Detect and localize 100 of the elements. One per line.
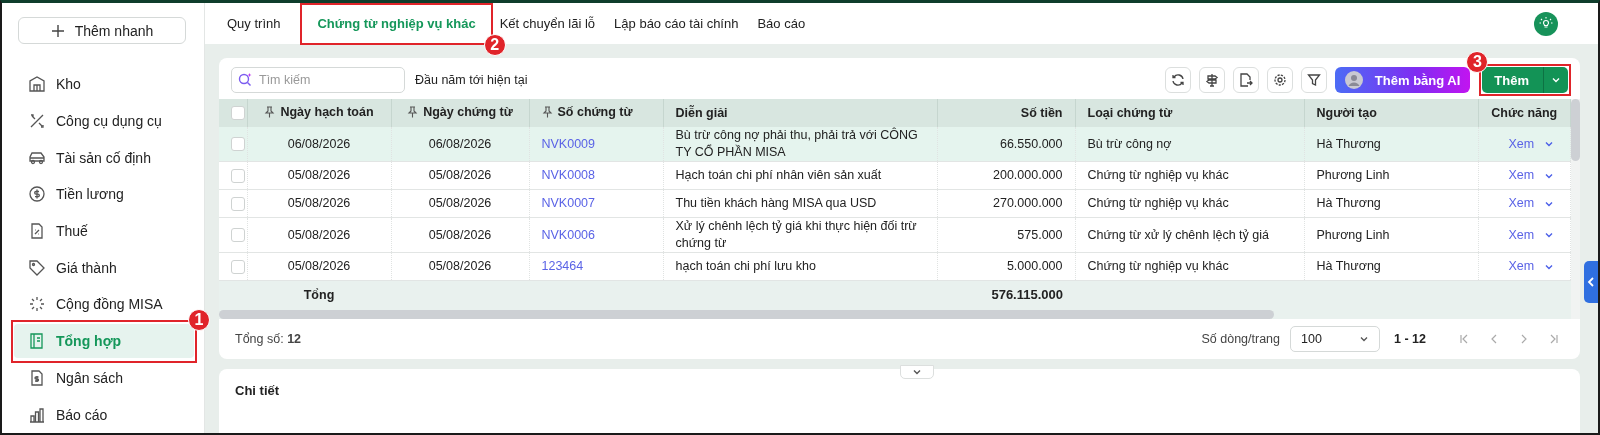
table-cell: 200.000.000: [993, 168, 1063, 182]
table-cell: Thu tiền khách hàng MISA qua USD: [675, 196, 877, 210]
table-cell: 05/08/2026: [428, 227, 492, 242]
community-icon: [28, 295, 46, 314]
export-button[interactable]: [1232, 67, 1259, 93]
last-page-icon[interactable]: [1548, 332, 1560, 345]
total-amount: 576.115.000: [991, 287, 1063, 303]
chevron-down-icon[interactable]: [1544, 230, 1555, 240]
signpost-button[interactable]: [1198, 67, 1225, 93]
search-field[interactable]: Tìm kiếm: [231, 67, 405, 93]
tools-icon: [28, 112, 46, 131]
table-cell: Chứng từ nghiệp vụ khác: [1087, 196, 1229, 210]
dropdown-button[interactable]: [1543, 67, 1568, 93]
rows-per-page-label: Số dòng/trang: [1201, 331, 1281, 346]
document-link[interactable]: 123464: [541, 259, 584, 273]
document-link[interactable]: NVK0009: [541, 136, 595, 151]
row-checkbox[interactable]: [231, 228, 245, 243]
settings-button[interactable]: [1266, 67, 1293, 93]
tab[interactable]: Báo cáo: [757, 5, 819, 42]
table-cell: Chứng từ nghiệp vụ khác: [1087, 168, 1229, 182]
chevron-down-icon: [1551, 75, 1561, 85]
budget-icon: [28, 368, 46, 387]
sidebar-item[interactable]: Giá thành: [14, 250, 192, 285]
table-cell: Hạch toán chi phí nhân viên sản xuất: [675, 168, 882, 182]
table-cell: Chứng từ nghiệp vụ khác: [1087, 259, 1229, 273]
table-cell: 66.550.000: [999, 136, 1063, 151]
horizontal-scrollbar[interactable]: [219, 309, 1274, 319]
table-cell: Bù trừ công nợ: [1087, 136, 1172, 151]
document-link[interactable]: NVK0007: [541, 196, 595, 210]
sidebar-item[interactable]: Thuế: [14, 214, 192, 249]
table-cell: Bù trừ công nợ phải thu, phải trả với CÔNG TY CỔ PHẦN MISA: [675, 128, 918, 159]
table-cell: Phương Linh: [1316, 168, 1390, 182]
column-header[interactable]: Diễn giải: [675, 106, 728, 120]
add-button[interactable]: Thêm: [1482, 67, 1543, 93]
table-cell: 5.000.000: [1006, 259, 1063, 273]
table-cell: Hà Thương: [1316, 136, 1381, 151]
pin-icon[interactable]: [407, 106, 419, 118]
pin-icon[interactable]: [264, 106, 276, 118]
table-row[interactable]: 05/08/2026 05/08/2026 NVK0007 Thu tiền khách hàng MISA qua USD 270.000.000 Chứng từ nghiệp vụ khác Hà Thương Xem: [219, 189, 1571, 218]
view-link[interactable]: Xem: [1508, 135, 1535, 153]
sidebar-item[interactable]: Báo cáo: [14, 397, 192, 432]
column-header[interactable]: Loại chứng từ: [1087, 106, 1173, 120]
tax-icon: [28, 222, 46, 241]
view-link[interactable]: Xem: [1508, 195, 1535, 212]
table-row[interactable]: 05/08/2026 05/08/2026 NVK0008 Hạch toán chi phí nhân viên sản xuất 200.000.000 Chứng từ nghiệp vụ khác Phương Linh Xem: [219, 161, 1571, 190]
column-header[interactable]: Người tạo: [1316, 106, 1377, 120]
rows-per-page-select[interactable]: 100: [1290, 325, 1381, 352]
settings-icon: [1272, 73, 1287, 87]
view-link[interactable]: Xem: [1508, 258, 1535, 275]
filter-button[interactable]: [1300, 67, 1327, 93]
period-label[interactable]: Đầu năm tới hiện tại: [415, 73, 528, 87]
select-all-checkbox[interactable]: [231, 106, 245, 121]
row-checkbox[interactable]: [231, 196, 245, 211]
page-range: 1 - 12: [1394, 331, 1426, 346]
export-icon: [1238, 73, 1253, 87]
sidebar-item[interactable]: Kho: [14, 67, 192, 102]
row-checkbox[interactable]: [231, 137, 245, 152]
callout-badge: 2: [483, 33, 506, 56]
view-link[interactable]: Xem: [1508, 226, 1535, 244]
table-cell: Chứng từ xử lý chênh lệch tỷ giá: [1087, 227, 1269, 242]
view-link[interactable]: Xem: [1508, 167, 1535, 184]
table-row[interactable]: 05/08/2026 05/08/2026 NVK0006 Xử lý chênh lệch tỷ giá khi thực hiện đối trừ chứng từ 575.000 Chứng từ xử lý chênh lệch tỷ giá Phương Linh Xem: [219, 217, 1571, 253]
table-cell: 06/08/2026: [287, 136, 351, 151]
chart-icon: [28, 405, 46, 424]
filter-icon: [1306, 73, 1321, 87]
table-cell: Phương Linh: [1316, 227, 1390, 242]
table-cell: Hà Thương: [1316, 259, 1381, 273]
row-checkbox[interactable]: [231, 259, 245, 274]
ai-add-button[interactable]: Thêm bằng AI: [1334, 67, 1471, 93]
sidebar-item[interactable]: Công cụ dụng cụ: [14, 104, 192, 139]
total-label: Tổng: [303, 287, 335, 302]
document-link[interactable]: NVK0006: [541, 227, 595, 242]
sidebar-item[interactable]: Ngân sách: [14, 360, 192, 395]
table-cell: 06/08/2026: [428, 136, 492, 151]
lightbulb-icon[interactable]: [1534, 11, 1558, 36]
vertical-scrollbar[interactable]: [1571, 99, 1580, 161]
table-cell: 05/08/2026: [428, 196, 492, 210]
dollar-icon: [28, 185, 46, 204]
tab[interactable]: Lập báo cáo tài chính: [614, 5, 752, 42]
document-link[interactable]: NVK0008: [541, 168, 595, 182]
refresh-icon: [1170, 73, 1185, 87]
signpost-icon: [1204, 73, 1219, 87]
table-row[interactable]: 06/08/2026 06/08/2026 NVK0009 Bù trừ công nợ phải thu, phải trả với CÔNG TY CỔ PHẦN MISA 66.550.000 Bù trừ công nợ Hà Thương Xem: [219, 127, 1571, 162]
side-panel-toggle[interactable]: [1584, 261, 1598, 303]
first-page-icon[interactable]: [1458, 332, 1470, 345]
pin-icon[interactable]: [541, 106, 553, 118]
tab[interactable]: Quy trình: [227, 5, 294, 42]
column-header[interactable]: Số tiền: [1020, 106, 1063, 120]
chevron-down-icon[interactable]: [1544, 139, 1555, 149]
ledger-icon: [28, 332, 46, 351]
row-checkbox[interactable]: [231, 168, 245, 183]
callout-badge: 1: [188, 308, 210, 331]
sidebar-item[interactable]: Tiền lương: [14, 177, 192, 212]
table-cell: 05/08/2026: [428, 168, 492, 182]
sidebar-item[interactable]: Tài sản cố định: [14, 140, 192, 175]
collapse-button[interactable]: [899, 364, 934, 379]
quick-add-button[interactable]: Thêm nhanh: [18, 17, 186, 44]
table-row[interactable]: 05/08/2026 05/08/2026 123464 hạch toán chi phí lưu kho 5.000.000 Chứng từ nghiệp vụ khác Hà Thương Xem: [219, 252, 1571, 281]
refresh-button[interactable]: [1164, 67, 1191, 93]
table-cell: 05/08/2026: [287, 196, 351, 210]
